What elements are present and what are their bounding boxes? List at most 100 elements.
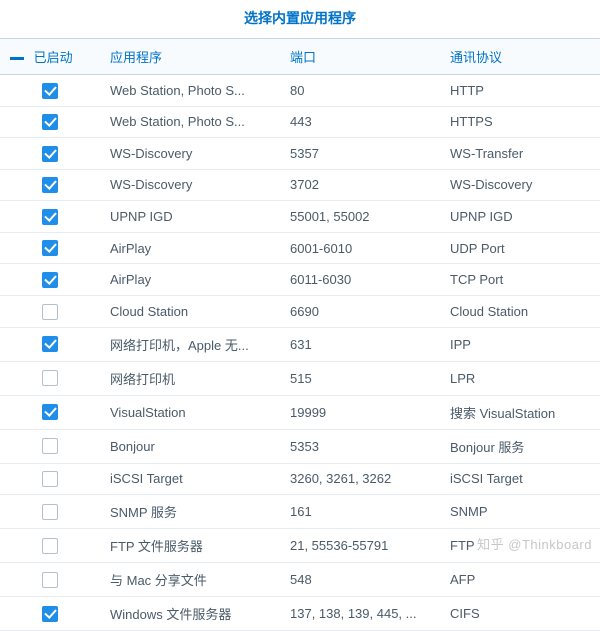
- table-row[interactable]: FTP 文件服务器21, 55536-55791FTP: [0, 529, 600, 563]
- cell-protocol: iSCSI Target: [440, 463, 600, 495]
- cell-protocol: HTTPS: [440, 106, 600, 138]
- enabled-checkbox[interactable]: [42, 572, 58, 588]
- cell-application: SNMP 服务: [100, 495, 280, 529]
- cell-port: 3702: [280, 169, 440, 201]
- enabled-checkbox[interactable]: [42, 272, 58, 288]
- table-row[interactable]: Web Station, Photo S...80HTTP: [0, 75, 600, 107]
- cell-protocol: LPR: [440, 361, 600, 395]
- table-row[interactable]: VisualStation19999搜索 VisualStation: [0, 395, 600, 429]
- enabled-checkbox[interactable]: [42, 471, 58, 487]
- cell-application: Windows 文件服务器: [100, 597, 280, 631]
- enabled-checkbox[interactable]: [42, 146, 58, 162]
- cell-port: 5353: [280, 429, 440, 463]
- cell-port: 515: [280, 361, 440, 395]
- table-header-row: 已启动 应用程序 端口 通讯协议: [0, 39, 600, 75]
- cell-application: iSCSI Target: [100, 463, 280, 495]
- cell-port: 3260, 3261, 3262: [280, 463, 440, 495]
- cell-protocol: TCP Port: [440, 264, 600, 296]
- table-row[interactable]: WS-Discovery5357WS-Transfer: [0, 138, 600, 170]
- cell-enabled: [0, 563, 100, 597]
- cell-protocol: UPNP IGD: [440, 201, 600, 233]
- cell-application: 与 Mac 分享文件: [100, 563, 280, 597]
- cell-enabled: [0, 201, 100, 233]
- cell-port: 548: [280, 563, 440, 597]
- cell-port: 631: [280, 327, 440, 361]
- enabled-checkbox[interactable]: [42, 336, 58, 352]
- table-row[interactable]: 网络打印机，Apple 无...631IPP: [0, 327, 600, 361]
- cell-application: VisualStation: [100, 395, 280, 429]
- cell-application: FTP 文件服务器: [100, 529, 280, 563]
- cell-enabled: [0, 395, 100, 429]
- col-header-enabled-label: 已启动: [34, 50, 73, 65]
- table-row[interactable]: Windows 文件服务器137, 138, 139, 445, ...CIFS: [0, 597, 600, 631]
- cell-application: 网络打印机，Apple 无...: [100, 327, 280, 361]
- enabled-checkbox[interactable]: [42, 114, 58, 130]
- cell-port: 5357: [280, 138, 440, 170]
- enabled-checkbox[interactable]: [42, 504, 58, 520]
- dialog-title: 选择内置应用程序: [0, 0, 600, 38]
- table-row[interactable]: 与 Mac 分享文件548AFP: [0, 563, 600, 597]
- cell-protocol: UDP Port: [440, 232, 600, 264]
- enabled-checkbox[interactable]: [42, 177, 58, 193]
- cell-enabled: [0, 495, 100, 529]
- table-row[interactable]: Web Station, Photo S...443HTTPS: [0, 106, 600, 138]
- cell-protocol: AFP: [440, 563, 600, 597]
- enabled-checkbox[interactable]: [42, 83, 58, 99]
- enabled-checkbox[interactable]: [42, 404, 58, 420]
- cell-port: 19999: [280, 395, 440, 429]
- cell-enabled: [0, 327, 100, 361]
- cell-application: UPNP IGD: [100, 201, 280, 233]
- cell-application: 网络打印机: [100, 361, 280, 395]
- table-row[interactable]: UPNP IGD55001, 55002UPNP IGD: [0, 201, 600, 233]
- cell-enabled: [0, 295, 100, 327]
- table-row[interactable]: iSCSI Target3260, 3261, 3262iSCSI Target: [0, 463, 600, 495]
- cell-application: Web Station, Photo S...: [100, 75, 280, 107]
- table-row[interactable]: AirPlay6011-6030TCP Port: [0, 264, 600, 296]
- cell-enabled: [0, 106, 100, 138]
- enabled-checkbox[interactable]: [42, 538, 58, 554]
- cell-enabled: [0, 361, 100, 395]
- cell-port: 137, 138, 139, 445, ...: [280, 597, 440, 631]
- cell-enabled: [0, 264, 100, 296]
- enabled-checkbox[interactable]: [42, 304, 58, 320]
- enabled-checkbox[interactable]: [42, 209, 58, 225]
- table-row[interactable]: Cloud Station6690Cloud Station: [0, 295, 600, 327]
- table-row[interactable]: AirPlay6001-6010UDP Port: [0, 232, 600, 264]
- cell-port: 6690: [280, 295, 440, 327]
- cell-enabled: [0, 429, 100, 463]
- table-row[interactable]: 网络打印机515LPR: [0, 361, 600, 395]
- cell-protocol: Bonjour 服务: [440, 429, 600, 463]
- cell-enabled: [0, 75, 100, 107]
- cell-protocol: FTP: [440, 529, 600, 563]
- cell-port: 161: [280, 495, 440, 529]
- cell-protocol: WS-Discovery: [440, 169, 600, 201]
- cell-application: Web Station, Photo S...: [100, 106, 280, 138]
- table-row[interactable]: WS-Discovery3702WS-Discovery: [0, 169, 600, 201]
- applications-table: 已启动 应用程序 端口 通讯协议 Web Station, Photo S...…: [0, 38, 600, 631]
- table-row[interactable]: SNMP 服务161SNMP: [0, 495, 600, 529]
- cell-enabled: [0, 597, 100, 631]
- cell-port: 21, 55536-55791: [280, 529, 440, 563]
- cell-port: 6011-6030: [280, 264, 440, 296]
- enabled-checkbox[interactable]: [42, 240, 58, 256]
- col-header-app[interactable]: 应用程序: [100, 39, 280, 75]
- enabled-checkbox[interactable]: [42, 438, 58, 454]
- cell-application: WS-Discovery: [100, 169, 280, 201]
- cell-protocol: CIFS: [440, 597, 600, 631]
- cell-protocol: SNMP: [440, 495, 600, 529]
- col-header-port[interactable]: 端口: [280, 39, 440, 75]
- table-row[interactable]: Bonjour5353Bonjour 服务: [0, 429, 600, 463]
- cell-protocol: IPP: [440, 327, 600, 361]
- col-header-protocol[interactable]: 通讯协议: [440, 39, 600, 75]
- cell-port: 443: [280, 106, 440, 138]
- cell-protocol: 搜索 VisualStation: [440, 395, 600, 429]
- enabled-checkbox[interactable]: [42, 606, 58, 622]
- cell-port: 55001, 55002: [280, 201, 440, 233]
- sort-indicator-icon: [10, 57, 24, 60]
- cell-enabled: [0, 138, 100, 170]
- cell-protocol: Cloud Station: [440, 295, 600, 327]
- cell-port: 80: [280, 75, 440, 107]
- col-header-enabled[interactable]: 已启动: [0, 39, 100, 75]
- cell-enabled: [0, 529, 100, 563]
- enabled-checkbox[interactable]: [42, 370, 58, 386]
